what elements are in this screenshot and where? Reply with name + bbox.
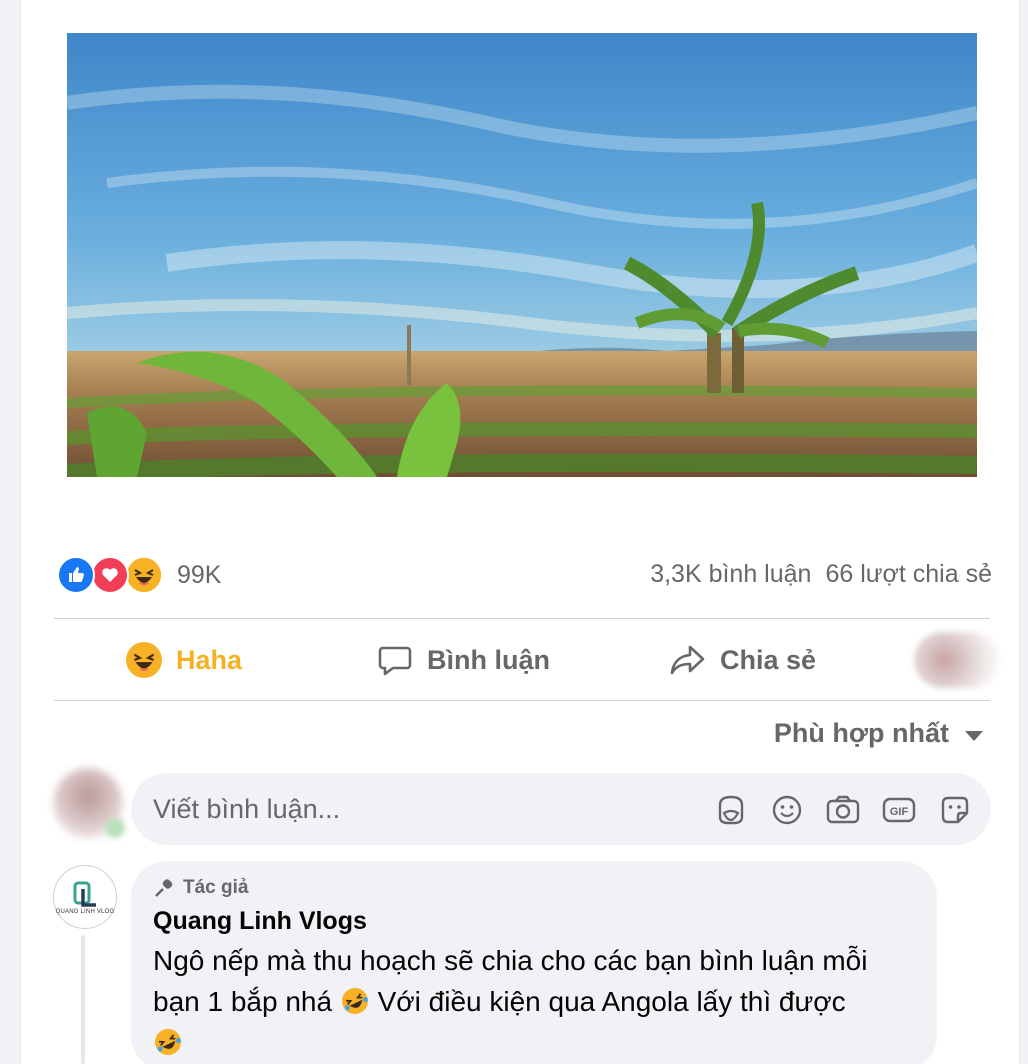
comment-sort-dropdown[interactable]: Phù hợp nhất	[774, 718, 983, 749]
emoji-icon[interactable]	[769, 792, 805, 828]
sticker-icon[interactable]	[713, 792, 749, 828]
post-stats: 99K 3,3K bình luận 66 lượt chia sẻ	[57, 556, 992, 596]
comment-author[interactable]: Quang Linh Vlogs	[153, 907, 915, 936]
reaction-button[interactable]: Haha	[126, 620, 242, 700]
quang-linh-logo-icon	[73, 881, 96, 907]
comment-composer: GIF	[131, 773, 991, 845]
comment-text: Ngô nếp mà thu hoạch sẽ chia cho các bạn…	[153, 940, 915, 1063]
share-label: Chia sẻ	[720, 644, 817, 675]
post-actions: Haha Bình luận Chia sẻ	[54, 620, 1000, 700]
online-status-dot	[105, 818, 125, 838]
share-as-avatar[interactable]	[914, 632, 1000, 688]
share-button[interactable]: Chia sẻ	[668, 620, 816, 700]
sort-label: Phù hợp nhất	[773, 718, 949, 748]
comment-icon	[378, 646, 412, 676]
reaction-label: Haha	[176, 644, 243, 675]
gif-icon[interactable]: GIF	[881, 792, 917, 828]
rofl-emoji-icon	[155, 1029, 181, 1055]
comment-bubble: Tác giả Quang Linh Vlogs Ngô nếp mà thu …	[131, 861, 937, 1064]
camera-icon[interactable]	[825, 792, 861, 828]
divider	[54, 618, 990, 619]
comment-input[interactable]	[153, 787, 673, 831]
divider	[54, 700, 990, 701]
microphone-icon	[155, 879, 173, 897]
thread-line	[81, 935, 85, 1064]
landscape-image	[67, 33, 977, 477]
post-photo[interactable]	[67, 33, 977, 477]
caret-down-icon	[965, 730, 983, 741]
comment-button[interactable]: Bình luận	[377, 620, 550, 700]
author-badge-label: Tác giả	[183, 877, 249, 898]
like-icon	[57, 556, 95, 594]
haha-icon	[126, 642, 162, 678]
comments-count[interactable]: 3,3K bình luận	[650, 560, 811, 589]
share-icon	[670, 645, 705, 675]
sticker-face-icon[interactable]	[937, 792, 973, 828]
avatar-caption: QUANG LINH VLOG	[55, 908, 115, 915]
comment-text-part2: Với điều kiện qua Angola lấy thì được	[377, 986, 846, 1017]
page-avatar[interactable]: QUANG LINH VLOG	[53, 865, 117, 929]
haha-icon	[125, 556, 163, 594]
reaction-count[interactable]: 99K	[177, 561, 221, 590]
shares-count[interactable]: 66 lượt chia sẻ	[825, 560, 992, 589]
rofl-emoji-icon	[341, 988, 368, 1014]
reaction-summary[interactable]: 99K	[57, 556, 221, 594]
svg-text:GIF: GIF	[890, 806, 909, 818]
post-card: 99K 3,3K bình luận 66 lượt chia sẻ Haha …	[20, 0, 1020, 1064]
love-icon	[91, 556, 129, 594]
comment-label: Bình luận	[427, 644, 550, 675]
author-badge: Tác giả	[153, 877, 915, 899]
